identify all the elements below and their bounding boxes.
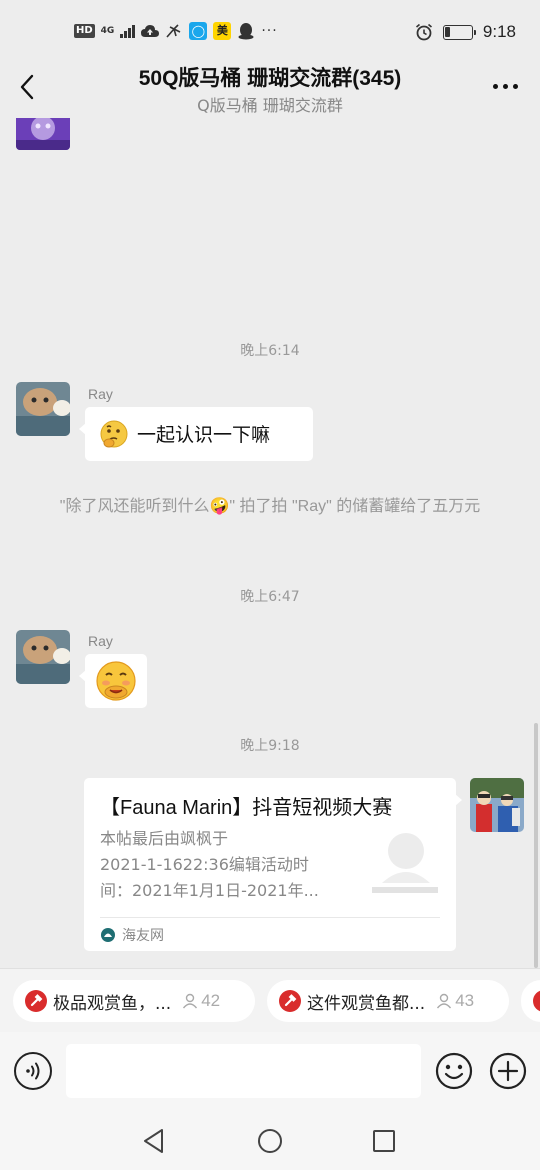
- site-logo-icon: [101, 928, 115, 942]
- member-count-value: 43: [455, 991, 475, 1010]
- hammer-icon: [279, 990, 301, 1012]
- chat-title: 50Q版马桶 珊瑚交流群(345): [138, 67, 402, 90]
- alarm-icon: [415, 23, 433, 41]
- more-options-button[interactable]: [493, 84, 518, 89]
- group-tab-label: 极品观赏鱼，...: [53, 993, 172, 1014]
- member-count-value: 42: [201, 991, 221, 1010]
- emoji-button[interactable]: [435, 1052, 473, 1090]
- smiley-icon: [435, 1052, 473, 1090]
- network-type: 4G: [100, 25, 115, 36]
- my-avatar[interactable]: [470, 778, 524, 832]
- dot: [493, 84, 498, 89]
- member-count: 43: [435, 991, 474, 1011]
- scrollbar[interactable]: [534, 723, 538, 968]
- previous-image-message[interactable]: [16, 118, 70, 150]
- link-thumbnail: [368, 823, 440, 897]
- message-text: 一起认识一下嘛: [137, 424, 271, 446]
- chat-subtitle: Q版马桶 珊瑚交流群: [197, 96, 343, 115]
- chat-header: 50Q版马桶 珊瑚交流群(345) Q版马桶 珊瑚交流群: [0, 56, 540, 118]
- clock-time: 9:18: [482, 22, 516, 41]
- timestamp: 晚上6:47: [240, 589, 300, 605]
- link-card-description: 本帖最后由飒枫于 2021-1-1622:36编辑活动时 间：2021年1月1日…: [100, 826, 342, 904]
- person-icon: [183, 993, 198, 1009]
- bulb-app-icon: ◯: [189, 22, 208, 40]
- timestamp: 晚上9:18: [240, 738, 300, 754]
- voice-icon: [26, 1062, 40, 1080]
- avatar[interactable]: [16, 630, 70, 684]
- card-divider: [100, 917, 440, 918]
- group-tab[interactable]: 这件观赏鱼都... 43: [267, 980, 509, 1022]
- source-name: 海友网: [122, 928, 164, 944]
- related-groups-bar: 极品观赏鱼，... 42 这件观赏鱼都... 43: [0, 968, 540, 1032]
- sender-name: Ray: [88, 386, 113, 402]
- meituan-app-icon: 美: [213, 22, 232, 40]
- text-message-bubble[interactable]: 一起认识一下嘛: [79, 407, 313, 461]
- cloud-upload-icon: [141, 22, 160, 40]
- triangle-back-icon: [144, 1129, 163, 1153]
- pat-system-notice: "除了风还能听到什么🤪" 拍了拍 "Ray" 的储蓄罐给了五万元: [59, 498, 481, 515]
- thinking-emoji: [99, 419, 129, 453]
- timestamp: 晚上6:14: [240, 343, 300, 359]
- member-count: 42: [181, 991, 220, 1011]
- voice-input-button[interactable]: [14, 1052, 52, 1090]
- link-card-title: 【Fauna Marin】抖音短视频大赛: [100, 797, 393, 819]
- plus-icon: [489, 1052, 527, 1090]
- dot: [503, 84, 508, 89]
- signal-icon: [120, 24, 136, 38]
- avatar[interactable]: [16, 382, 70, 436]
- desc-line: 2021-1-1622:36编辑活动时: [100, 855, 309, 874]
- desc-line: 本帖最后由飒枫于: [100, 829, 229, 848]
- qq-penguin-icon: [237, 22, 255, 40]
- person-icon: [437, 993, 452, 1009]
- system-recents-button[interactable]: [367, 1124, 401, 1158]
- more-notifications-icon: ···: [261, 23, 278, 39]
- input-bar: [0, 1032, 540, 1112]
- hd-badge: HD: [74, 24, 95, 38]
- desc-line: 间：2021年1月1日-2021年...: [100, 881, 319, 900]
- chat-area[interactable]: 晚上6:14 Ray 一起认识一下嘛 "除了风还能听到什么🤪" 拍了拍 "Ray…: [0, 118, 540, 968]
- message-input[interactable]: [66, 1044, 421, 1098]
- more-functions-button[interactable]: [489, 1052, 527, 1090]
- system-navigation-bar: [0, 1112, 540, 1170]
- emoji-message-bubble[interactable]: [79, 654, 147, 708]
- link-card-message[interactable]: 【Fauna Marin】抖音短视频大赛 本帖最后由飒枫于 2021-1-162…: [84, 778, 462, 951]
- system-back-button[interactable]: [137, 1124, 171, 1158]
- group-tab-partial[interactable]: [521, 980, 540, 1022]
- hammer-icon: [533, 990, 540, 1012]
- link-source: 海友网: [100, 925, 164, 945]
- dot: [513, 84, 518, 89]
- giggle-emoji: [94, 659, 138, 707]
- square-recents-icon: [373, 1130, 395, 1152]
- hammer-icon: [25, 990, 47, 1012]
- pinwheel-app-icon: [165, 22, 183, 40]
- battery-icon: [442, 24, 476, 40]
- sender-name: Ray: [88, 633, 113, 649]
- group-tab[interactable]: 极品观赏鱼，... 42: [13, 980, 255, 1022]
- system-home-button[interactable]: [253, 1124, 287, 1158]
- group-tab-label: 这件观赏鱼都...: [307, 993, 426, 1014]
- battery-level: [445, 27, 451, 37]
- status-icons-left: HD 4G ◯ 美 ···: [74, 22, 278, 40]
- status-icons-right: 9:18: [415, 22, 516, 42]
- circle-home-icon: [258, 1129, 282, 1153]
